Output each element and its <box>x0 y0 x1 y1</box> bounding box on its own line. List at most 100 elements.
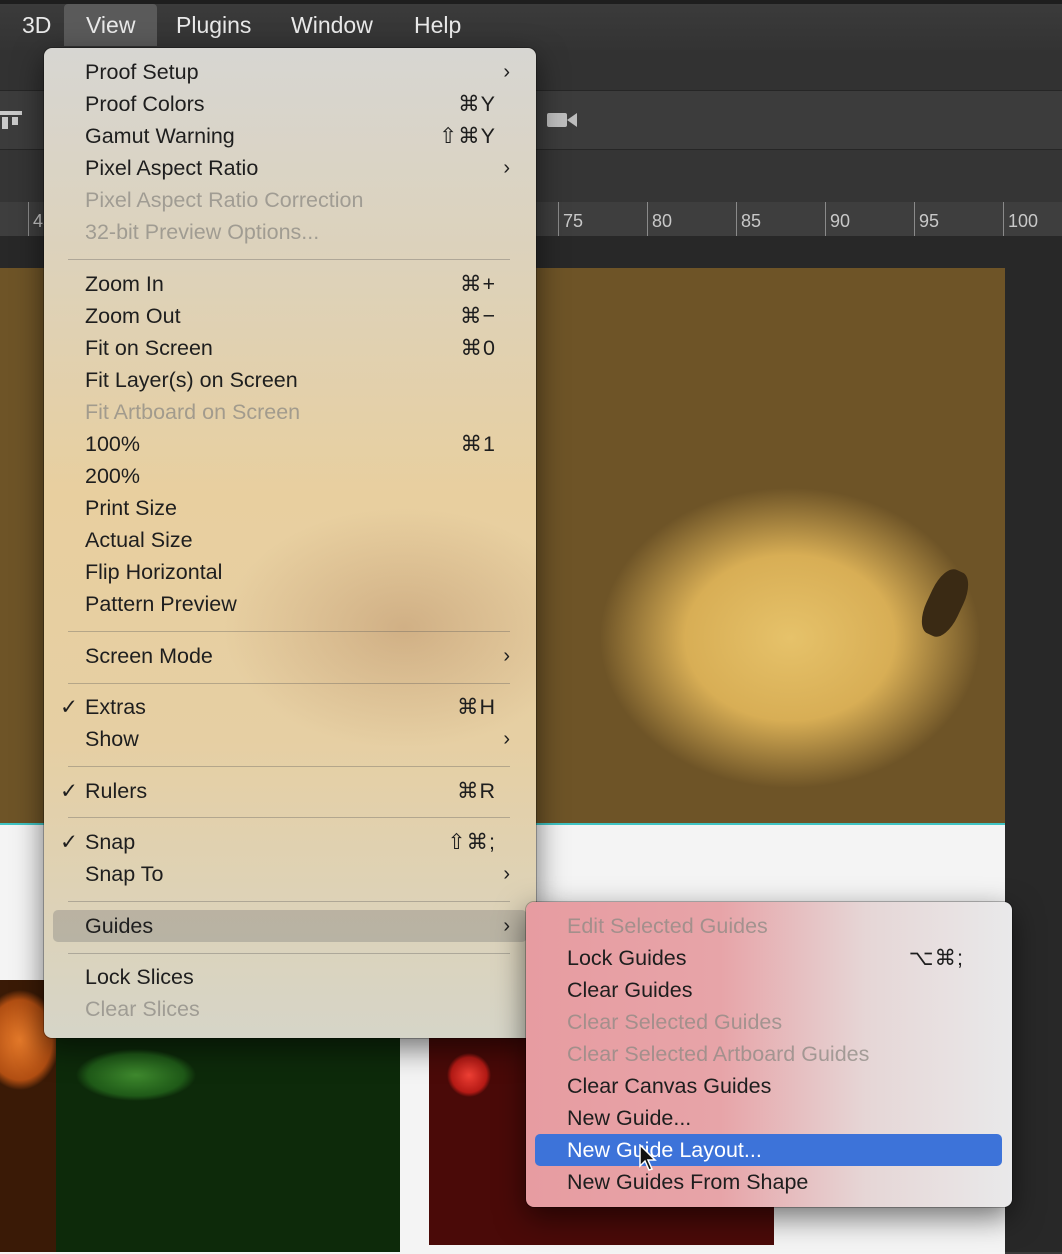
menu-item-label: Extras <box>85 695 146 719</box>
align-icon[interactable] <box>0 111 24 131</box>
menu-item-shortcut: ⌘H <box>456 695 496 719</box>
menu-separator <box>68 901 510 902</box>
menu-help[interactable]: Help <box>392 4 483 46</box>
menu-item-label: New Guides From Shape <box>567 1170 809 1194</box>
menu-item-label: Actual Size <box>85 528 193 552</box>
menu-item-zoom-in[interactable]: Zoom In ⌘+ <box>44 268 536 300</box>
submenu-arrow-icon: › <box>503 61 510 83</box>
menu-item-print-size[interactable]: Print Size <box>44 492 536 524</box>
menu-item-label: Pixel Aspect Ratio <box>85 156 259 180</box>
menu-item-flip-horizontal[interactable]: Flip Horizontal <box>44 556 536 588</box>
menu-item-label: Rulers <box>85 779 148 803</box>
menu-item-label: Gamut Warning <box>85 124 235 148</box>
menu-item-label: Fit Artboard on Screen <box>85 400 301 424</box>
menu-item-clear-canvas-guides[interactable]: Clear Canvas Guides <box>526 1070 1012 1102</box>
menu-item-fit-artboard-on-screen: Fit Artboard on Screen <box>44 396 536 428</box>
ruler-tick: 85 <box>736 202 761 236</box>
menu-item-label: Fit on Screen <box>85 336 213 360</box>
menu-item-fit-on-screen[interactable]: Fit on Screen ⌘0 <box>44 332 536 364</box>
ruler-tick: 75 <box>558 202 583 236</box>
menu-item-clear-guides[interactable]: Clear Guides <box>526 974 1012 1006</box>
menu-item-label: Guides <box>85 914 154 938</box>
menu-item-label: Flip Horizontal <box>85 560 223 584</box>
green-peppers-photo[interactable] <box>56 1035 400 1252</box>
menu-window[interactable]: Window <box>269 4 395 46</box>
menu-item-label: Print Size <box>85 496 178 520</box>
menu-item-zoom-out[interactable]: Zoom Out ⌘− <box>44 300 536 332</box>
menu-item-new-guide-layout[interactable]: New Guide Layout... <box>535 1134 1002 1166</box>
menu-item-proof-colors[interactable]: Proof Colors ⌘Y <box>44 88 536 120</box>
menu-3d[interactable]: 3D <box>0 4 73 46</box>
menu-plugins[interactable]: Plugins <box>154 4 273 46</box>
menu-separator <box>68 817 510 818</box>
menu-item-label: Clear Canvas Guides <box>567 1074 772 1098</box>
ruler-tick: 80 <box>647 202 672 236</box>
guides-submenu: Edit Selected Guides Lock Guides ⌥⌘; Cle… <box>526 902 1012 1207</box>
menu-item-guides[interactable]: Guides › <box>53 910 527 942</box>
menu-item-label: Clear Selected Guides <box>567 1010 783 1034</box>
menu-item-shortcut: ⌘Y <box>458 92 496 116</box>
menu-separator <box>68 259 510 260</box>
menu-item-shortcut: ⌘1 <box>460 432 496 456</box>
menu-item-shortcut: ⌘− <box>459 304 496 328</box>
menu-item-label: Lock Slices <box>85 965 194 989</box>
menu-item-new-guide[interactable]: New Guide... <box>526 1102 1012 1134</box>
menu-item-label: Fit Layer(s) on Screen <box>85 368 298 392</box>
menu-item-clear-selected-guides: Clear Selected Guides <box>526 1006 1012 1038</box>
ruler-tick: 100 <box>1003 202 1038 236</box>
menu-separator <box>68 766 510 767</box>
menu-item-label: Edit Selected Guides <box>567 914 768 938</box>
menu-item-pattern-preview[interactable]: Pattern Preview <box>44 588 536 620</box>
menu-item-shortcut: ⌥⌘; <box>908 946 964 970</box>
menu-item-fit-layers-on-screen[interactable]: Fit Layer(s) on Screen <box>44 364 536 396</box>
checkmark-icon: ✓ <box>59 779 78 803</box>
menu-item-shortcut: ⇧⌘; <box>447 830 496 854</box>
video-camera-icon[interactable] <box>547 109 583 131</box>
menu-separator <box>68 631 510 632</box>
menu-item-snap[interactable]: ✓ Snap ⇧⌘; <box>44 826 536 858</box>
menu-item-label: Screen Mode <box>85 644 213 668</box>
menu-item-zoom-100[interactable]: 100% ⌘1 <box>44 428 536 460</box>
submenu-arrow-icon: › <box>503 863 510 885</box>
menu-item-actual-size[interactable]: Actual Size <box>44 524 536 556</box>
menu-item-shortcut: ⇧⌘Y <box>439 124 496 148</box>
menu-item-shortcut: ⌘R <box>456 779 496 803</box>
menu-item-show[interactable]: Show › <box>44 723 536 755</box>
menu-item-screen-mode[interactable]: Screen Mode › <box>44 640 536 672</box>
menu-item-label: Pattern Preview <box>85 592 237 616</box>
checkmark-icon: ✓ <box>59 695 78 719</box>
menu-item-lock-slices[interactable]: Lock Slices <box>44 961 536 993</box>
menu-item-label: Lock Guides <box>567 946 687 970</box>
menu-item-label: Snap To <box>85 862 164 886</box>
menu-item-snap-to[interactable]: Snap To › <box>44 858 536 890</box>
menu-item-shortcut: ⌘0 <box>460 336 496 360</box>
menu-separator <box>68 683 510 684</box>
menu-item-new-guides-from-shape[interactable]: New Guides From Shape <box>526 1166 1012 1198</box>
ruler-tick: 90 <box>825 202 850 236</box>
menu-item-label: Clear Slices <box>85 997 200 1021</box>
menu-item-label: 32-bit Preview Options... <box>85 220 320 244</box>
menu-item-zoom-200[interactable]: 200% <box>44 460 536 492</box>
menu-item-label: Clear Guides <box>567 978 693 1002</box>
menu-item-rulers[interactable]: ✓ Rulers ⌘R <box>44 775 536 807</box>
menu-item-proof-setup[interactable]: Proof Setup › <box>44 56 536 88</box>
menu-item-label: 100% <box>85 432 140 456</box>
menu-item-label: Proof Setup <box>85 60 199 84</box>
menu-item-label: Proof Colors <box>85 92 205 116</box>
pear-stem <box>914 564 976 642</box>
menu-separator <box>68 953 510 954</box>
checkmark-icon: ✓ <box>59 830 78 854</box>
menu-item-label: 200% <box>85 464 140 488</box>
view-menu-dropdown: Proof Setup › Proof Colors ⌘Y Gamut Warn… <box>44 48 536 1038</box>
menu-item-lock-guides[interactable]: Lock Guides ⌥⌘; <box>526 942 1012 974</box>
menu-view[interactable]: View <box>64 4 158 46</box>
menu-item-extras[interactable]: ✓ Extras ⌘H <box>44 691 536 723</box>
menu-item-clear-slices: Clear Slices <box>44 993 536 1025</box>
submenu-arrow-icon: › <box>503 728 510 750</box>
menu-item-label: Clear Selected Artboard Guides <box>567 1042 870 1066</box>
menu-item-gamut-warning[interactable]: Gamut Warning ⇧⌘Y <box>44 120 536 152</box>
menu-item-pixel-aspect-ratio[interactable]: Pixel Aspect Ratio › <box>44 152 536 184</box>
menu-item-pixel-aspect-ratio-correction: Pixel Aspect Ratio Correction <box>44 184 536 216</box>
mouse-pointer-icon <box>639 1144 657 1171</box>
menu-item-32bit-preview-options: 32-bit Preview Options... <box>44 216 536 248</box>
